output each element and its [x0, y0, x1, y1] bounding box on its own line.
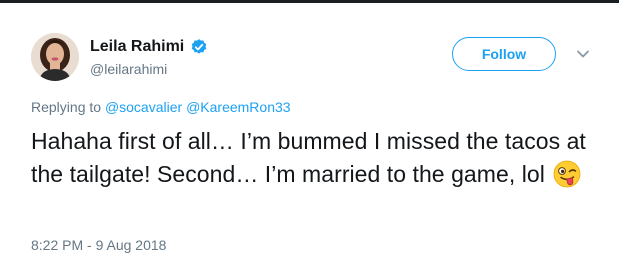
profile-photo-icon [31, 33, 79, 81]
tweet-text: Hahaha first of all… I’m bummed I missed… [31, 125, 601, 191]
reply-mention-socavalier[interactable]: @socavalier [105, 99, 182, 115]
reply-prefix: Replying to [31, 99, 102, 115]
author-name-row: Leila Rahimi [90, 38, 208, 56]
reply-mention-kareemron33[interactable]: @KareemRon33 [186, 99, 291, 115]
reply-context: Replying to @socavalier @KareemRon33 [31, 99, 291, 115]
display-name[interactable]: Leila Rahimi [90, 38, 184, 56]
winking-face-with-tongue-icon [553, 160, 581, 188]
avatar[interactable] [31, 33, 79, 81]
verified-badge-icon [191, 39, 207, 54]
top-divider [0, 0, 619, 3]
tweet-timestamp[interactable]: 8:22 PM - 9 Aug 2018 [31, 237, 166, 253]
follow-button[interactable]: Follow [452, 37, 556, 71]
chevron-down-icon[interactable] [576, 47, 590, 61]
tweet-body: Hahaha first of all… I’m bummed I missed… [31, 128, 586, 187]
author-handle[interactable]: @leilarahimi [90, 61, 167, 77]
